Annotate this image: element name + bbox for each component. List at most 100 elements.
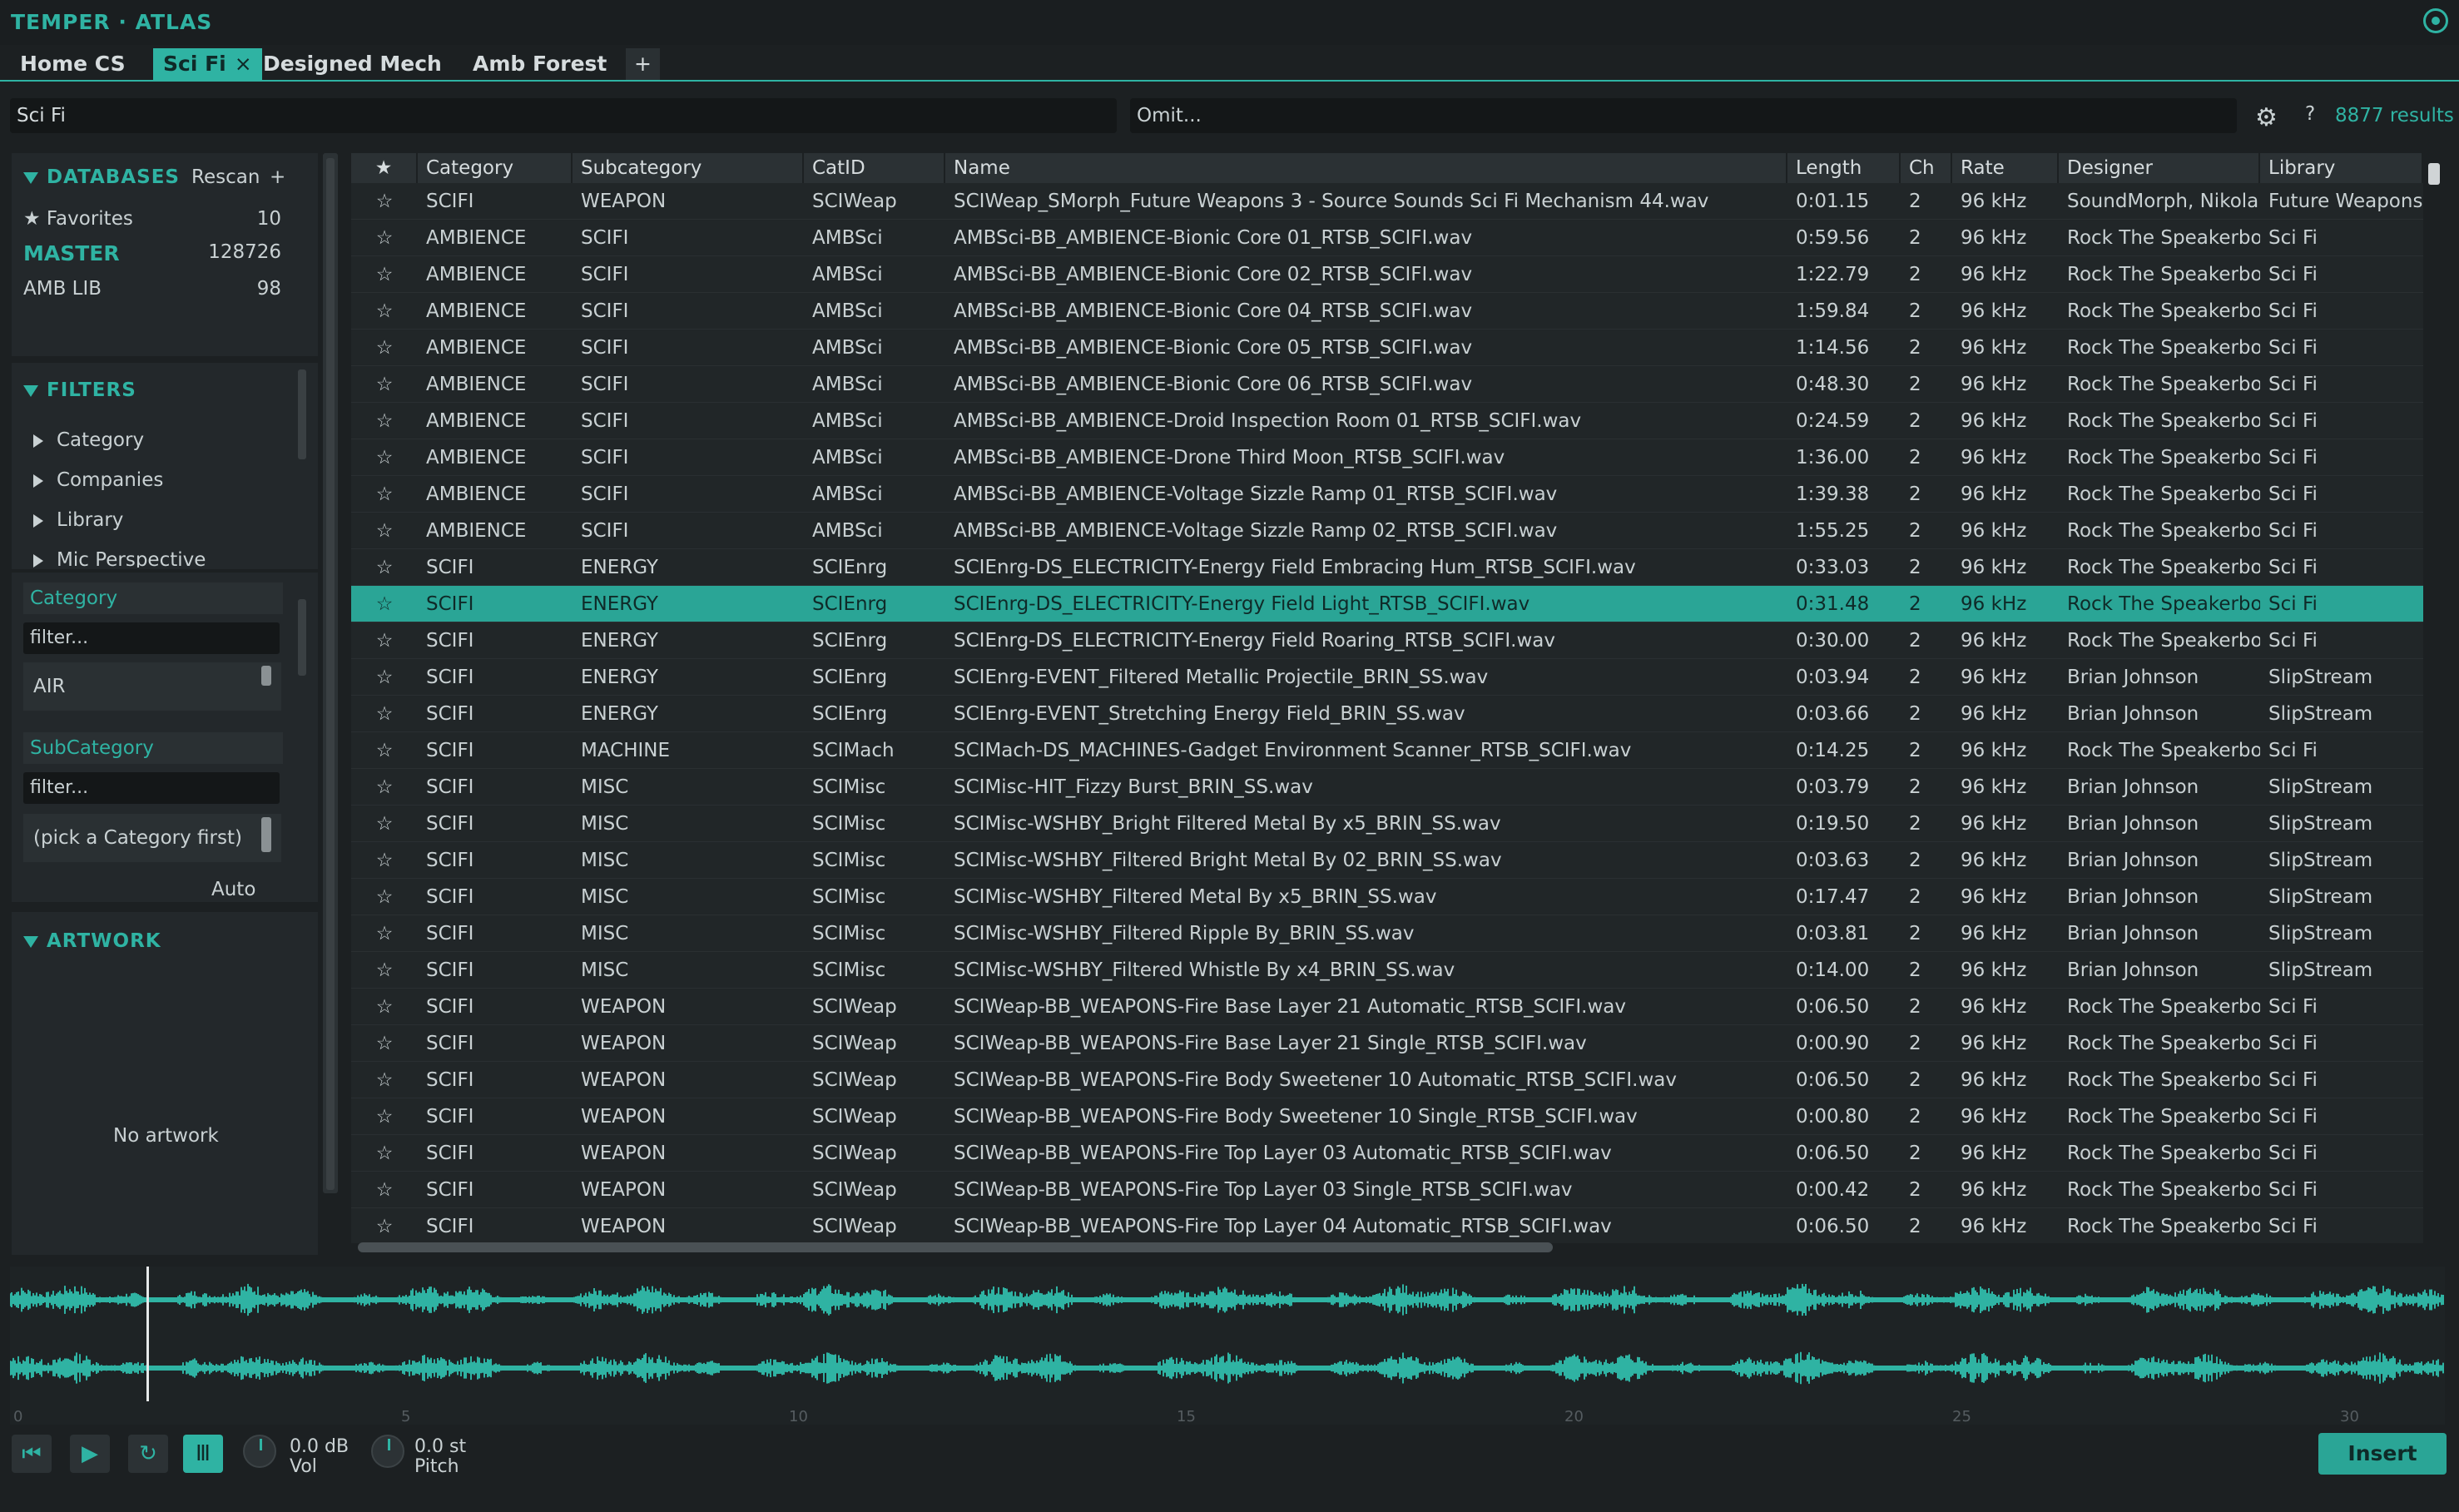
artwork-title[interactable]: ARTWORK <box>23 930 161 952</box>
volume-knob[interactable] <box>243 1435 276 1468</box>
category-filter-input[interactable]: filter... <box>23 622 280 654</box>
left-scrollbar-thumb[interactable] <box>326 158 335 1190</box>
favorite-star-icon[interactable]: ☆ <box>351 366 418 403</box>
waveform[interactable] <box>10 1267 2445 1425</box>
databases-title[interactable]: DATABASES <box>23 166 180 188</box>
subcategory-list-scrollbar[interactable] <box>261 817 271 852</box>
skip-back-button[interactable]: ⏮ <box>12 1435 52 1473</box>
column-header-library[interactable]: Library <box>2260 153 2423 183</box>
pitch-knob[interactable] <box>371 1435 404 1468</box>
favorite-star-icon[interactable]: ☆ <box>351 842 418 879</box>
table-row[interactable]: ☆ SCIFI WEAPON SCIWeap SCIWeap-BB_WEAPONS-Fi… <box>351 1025 2423 1062</box>
subcategory-list[interactable]: (pick a Category first) <box>23 814 281 862</box>
close-icon[interactable]: × <box>235 52 252 76</box>
table-row[interactable]: ☆ SCIFI MISC SCIMisc SCIMisc-WSHBY_Filtered … <box>351 952 2423 989</box>
database-item-favorites[interactable]: ★ Favorites 10 <box>23 208 281 230</box>
favorite-star-icon[interactable]: ☆ <box>351 183 418 220</box>
favorite-star-icon[interactable]: ☆ <box>351 659 418 696</box>
table-row[interactable]: ☆ SCIFI ENERGY SCIEnrg SCIEnrg-DS_ELECTRICIT… <box>351 622 2423 659</box>
favorite-star-icon[interactable]: ☆ <box>351 549 418 586</box>
table-row[interactable]: ☆ SCIFI MACHINE SCIMach SCIMach-DS_MACHINES-… <box>351 732 2423 769</box>
add-database-button[interactable]: + <box>270 166 285 188</box>
favorite-star-icon[interactable]: ☆ <box>351 989 418 1025</box>
gear-icon[interactable]: ⚙ <box>2255 103 2278 132</box>
table-row[interactable]: ☆ SCIFI MISC SCIMisc SCIMisc-WSHBY_Filtered … <box>351 879 2423 915</box>
table-row[interactable]: ☆ SCIFI MISC SCIMisc SCIMisc-WSHBY_Filtered … <box>351 915 2423 952</box>
favorite-star-icon[interactable]: ☆ <box>351 1135 418 1172</box>
favorite-star-icon[interactable]: ☆ <box>351 403 418 439</box>
table-vscrollbar[interactable] <box>2428 163 2440 185</box>
table-row[interactable]: ☆ AMBIENCE SCIFI AMBSci AMBSci-BB_AMBIENCE-B… <box>351 293 2423 330</box>
table-row[interactable]: ☆ SCIFI ENERGY SCIEnrg SCIEnrg-EVENT_Filtere… <box>351 659 2423 696</box>
category-list-scrollbar[interactable] <box>261 666 271 686</box>
table-row[interactable]: ☆ SCIFI MISC SCIMisc SCIMisc-HIT_Fizzy Burst… <box>351 769 2423 806</box>
favorite-star-icon[interactable]: ☆ <box>351 1172 418 1208</box>
table-row[interactable]: ☆ AMBIENCE SCIFI AMBSci AMBSci-BB_AMBIENCE-B… <box>351 220 2423 256</box>
favorite-star-icon[interactable]: ☆ <box>351 1062 418 1098</box>
filter-library[interactable]: Library <box>33 509 123 531</box>
table-row[interactable]: ☆ SCIFI WEAPON SCIWeap SCIWeap-BB_WEAPONS-Fi… <box>351 1172 2423 1208</box>
column-header-star[interactable]: ★ <box>351 153 418 183</box>
column-header-catid[interactable]: CatID <box>804 153 945 183</box>
table-row[interactable]: ☆ SCIFI WEAPON SCIWeap SCIWeap-BB_WEAPONS-Fi… <box>351 989 2423 1025</box>
favorite-star-icon[interactable]: ☆ <box>351 476 418 513</box>
add-tab-button[interactable]: + <box>626 48 660 80</box>
filters-scrollbar[interactable] <box>298 369 306 459</box>
play-button[interactable]: ▶ <box>70 1435 110 1473</box>
table-row[interactable]: ☆ SCIFI WEAPON SCIWeap SCIWeap-BB_WEAPONS-Fi… <box>351 1098 2423 1135</box>
favorite-star-icon[interactable]: ☆ <box>351 220 418 256</box>
filter-lists-scrollbar[interactable] <box>298 599 306 676</box>
table-row[interactable]: ☆ SCIFI WEAPON SCIWeap SCIWeap_SMorph_Future… <box>351 183 2423 220</box>
subcategory-filter-input[interactable]: filter... <box>23 772 280 804</box>
tab-amb-forest[interactable]: Amb Forest <box>463 48 617 80</box>
table-row[interactable]: ☆ AMBIENCE SCIFI AMBSci AMBSci-BB_AMBIENCE-B… <box>351 366 2423 403</box>
omit-input[interactable]: Omit... <box>1130 98 2237 133</box>
column-header-category[interactable]: Category <box>418 153 573 183</box>
favorite-star-icon[interactable]: ☆ <box>351 256 418 293</box>
rescan-button[interactable]: Rescan <box>191 166 260 188</box>
favorite-star-icon[interactable]: ☆ <box>351 1208 418 1243</box>
table-row[interactable]: ☆ SCIFI ENERGY SCIEnrg SCIEnrg-DS_ELECTRICIT… <box>351 549 2423 586</box>
favorite-star-icon[interactable]: ☆ <box>351 293 418 330</box>
favorite-star-icon[interactable]: ☆ <box>351 732 418 769</box>
favorite-star-icon[interactable]: ☆ <box>351 952 418 989</box>
favorite-star-icon[interactable]: ☆ <box>351 696 418 732</box>
waveform-view-button[interactable]: Ⅲ <box>183 1435 223 1473</box>
favorite-star-icon[interactable]: ☆ <box>351 806 418 842</box>
playhead[interactable] <box>146 1267 149 1401</box>
auto-button[interactable]: Auto <box>211 879 255 900</box>
table-row[interactable]: ☆ SCIFI ENERGY SCIEnrg SCIEnrg-DS_ELECTRICIT… <box>351 586 2423 622</box>
column-header-subcategory[interactable]: Subcategory <box>573 153 804 183</box>
favorite-star-icon[interactable]: ☆ <box>351 330 418 366</box>
table-row[interactable]: ☆ SCIFI MISC SCIMisc SCIMisc-WSHBY_Bright Fi… <box>351 806 2423 842</box>
filter-category[interactable]: Category <box>33 429 144 451</box>
filter-companies[interactable]: Companies <box>33 469 163 491</box>
table-row[interactable]: ☆ SCIFI WEAPON SCIWeap SCIWeap-BB_WEAPONS-Fi… <box>351 1062 2423 1098</box>
favorite-star-icon[interactable]: ☆ <box>351 915 418 952</box>
table-row[interactable]: ☆ AMBIENCE SCIFI AMBSci AMBSci-BB_AMBIENCE-B… <box>351 256 2423 293</box>
table-hscrollbar[interactable] <box>358 1242 1553 1252</box>
tab-home-cs[interactable]: Home CS <box>10 48 136 80</box>
category-list[interactable]: AIR <box>23 662 281 711</box>
favorite-star-icon[interactable]: ☆ <box>351 622 418 659</box>
favorite-star-icon[interactable]: ☆ <box>351 513 418 549</box>
loop-button[interactable]: ↻ <box>128 1435 168 1473</box>
tab-designed-mech[interactable]: Designed Mech <box>253 48 452 80</box>
column-header-channels[interactable]: Ch <box>1901 153 1952 183</box>
favorite-star-icon[interactable]: ☆ <box>351 1025 418 1062</box>
column-header-rate[interactable]: Rate <box>1952 153 2059 183</box>
table-row[interactable]: ☆ AMBIENCE SCIFI AMBSci AMBSci-BB_AMBIENCE-V… <box>351 513 2423 549</box>
favorite-star-icon[interactable]: ☆ <box>351 1098 418 1135</box>
column-header-name[interactable]: Name <box>945 153 1787 183</box>
table-row[interactable]: ☆ SCIFI WEAPON SCIWeap SCIWeap-BB_WEAPONS-Fi… <box>351 1135 2423 1172</box>
table-row[interactable]: ☆ AMBIENCE SCIFI AMBSci AMBSci-BB_AMBIENCE-B… <box>351 330 2423 366</box>
power-icon[interactable] <box>2423 8 2448 33</box>
table-row[interactable]: ☆ SCIFI MISC SCIMisc SCIMisc-WSHBY_Filtered … <box>351 842 2423 879</box>
table-row[interactable]: ☆ AMBIENCE SCIFI AMBSci AMBSci-BB_AMBIENCE-D… <box>351 403 2423 439</box>
table-row[interactable]: ☆ SCIFI WEAPON SCIWeap SCIWeap-BB_WEAPONS-Fi… <box>351 1208 2423 1243</box>
database-item-amb-lib[interactable]: AMB LIB 98 <box>23 278 281 300</box>
column-header-length[interactable]: Length <box>1787 153 1901 183</box>
column-header-designer[interactable]: Designer <box>2059 153 2260 183</box>
help-icon[interactable]: ? <box>2305 103 2315 125</box>
insert-button[interactable]: Insert <box>2318 1433 2447 1475</box>
